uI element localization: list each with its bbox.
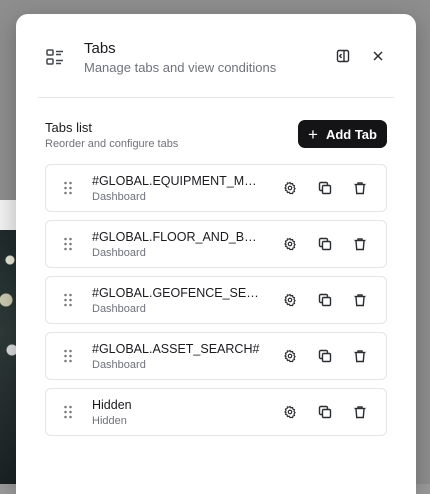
tab-row-title: Hidden xyxy=(92,398,132,412)
settings-gear-icon[interactable] xyxy=(280,178,300,198)
tab-row-type: Dashboard xyxy=(92,247,146,259)
drag-handle-icon[interactable] xyxy=(63,237,73,251)
drag-handle-icon[interactable] xyxy=(63,181,73,195)
trash-icon[interactable] xyxy=(350,178,370,198)
tab-row[interactable]: Hidden Hidden xyxy=(45,388,387,436)
tab-row[interactable]: #GLOBAL.FLOOR_AND_BE... Dashboard xyxy=(45,220,387,268)
tabs-panel: Tabs Manage tabs and view conditions Tab… xyxy=(16,14,416,494)
close-icon xyxy=(372,50,384,62)
close-button[interactable] xyxy=(364,42,392,70)
settings-gear-icon[interactable] xyxy=(280,346,300,366)
duplicate-icon[interactable] xyxy=(315,346,335,366)
tab-row[interactable]: #GLOBAL.EQUIPMENT_MA... Dashboard xyxy=(45,164,387,212)
duplicate-icon[interactable] xyxy=(315,290,335,310)
tab-row[interactable]: #GLOBAL.ASSET_SEARCH# Dashboard xyxy=(45,332,387,380)
drag-handle-icon[interactable] xyxy=(63,293,73,307)
trash-icon[interactable] xyxy=(350,346,370,366)
trash-icon[interactable] xyxy=(350,290,370,310)
panel-collapse-icon xyxy=(336,49,350,63)
duplicate-icon[interactable] xyxy=(315,402,335,422)
tabs-list-heading: Tabs list Reorder and configure tabs xyxy=(45,120,178,150)
panel-title: Tabs xyxy=(84,40,116,57)
settings-gear-icon[interactable] xyxy=(280,234,300,254)
tab-row-type: Dashboard xyxy=(92,359,146,371)
settings-gear-icon[interactable] xyxy=(280,402,300,422)
trash-icon[interactable] xyxy=(350,234,370,254)
settings-gear-icon[interactable] xyxy=(280,290,300,310)
tabs-list-title: Tabs list xyxy=(45,120,92,135)
tab-row[interactable]: #GLOBAL.GEOFENCE_SET... Dashboard xyxy=(45,276,387,324)
panel-subtitle: Manage tabs and view conditions xyxy=(84,60,277,75)
header-divider xyxy=(38,97,394,98)
duplicate-icon[interactable] xyxy=(315,234,335,254)
add-tab-label: Add Tab xyxy=(325,126,377,142)
tab-row-type: Dashboard xyxy=(92,303,146,315)
tabs-list-subtitle: Reorder and configure tabs xyxy=(45,138,179,150)
duplicate-icon[interactable] xyxy=(315,178,335,198)
add-tab-button[interactable]: + Add Tab xyxy=(298,120,387,148)
panel-header: Tabs Manage tabs and view conditions xyxy=(16,14,416,98)
tabs-list: #GLOBAL.EQUIPMENT_MA... Dashboard #GLOBA… xyxy=(45,164,387,444)
drag-handle-icon[interactable] xyxy=(63,405,73,419)
tab-row-title: #GLOBAL.GEOFENCE_SET... xyxy=(92,286,262,300)
tab-row-type: Hidden xyxy=(92,415,127,427)
tab-row-title: #GLOBAL.ASSET_SEARCH# xyxy=(92,342,260,356)
tab-row-type: Dashboard xyxy=(92,191,146,203)
drag-handle-icon[interactable] xyxy=(63,349,73,363)
list-layout-icon xyxy=(45,47,65,67)
tab-row-title: #GLOBAL.FLOOR_AND_BE... xyxy=(92,230,262,244)
plus-icon: + xyxy=(308,124,318,144)
trash-icon[interactable] xyxy=(350,402,370,422)
tab-row-title: #GLOBAL.EQUIPMENT_MA... xyxy=(92,174,262,188)
collapse-panel-button[interactable] xyxy=(329,42,357,70)
